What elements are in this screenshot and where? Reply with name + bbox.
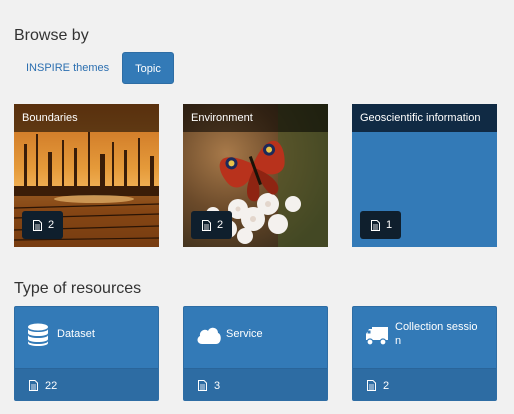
topic-card-geoscientific-information[interactable]: Geoscientific information 1 [352,104,497,247]
topic-label: Geoscientific information [352,104,497,132]
tab-topic[interactable]: Topic [122,52,174,84]
resource-label: Service [226,328,263,340]
truck-icon [366,327,388,346]
document-icon [371,219,380,231]
topic-count-badge: 2 [22,211,64,239]
document-icon [33,219,42,231]
browse-tabs: INSPIRE themes Topic [14,52,174,84]
resource-card-service[interactable]: Service 3 [183,306,328,401]
topic-count: 2 [217,219,224,231]
topic-count-badge: 1 [360,211,402,239]
resource-card-dataset[interactable]: Dataset 22 [14,306,159,401]
resource-card-header: Collection sessio n [353,307,496,368]
topic-count-badge: 2 [191,211,233,239]
document-icon [29,380,38,391]
resource-count-bar: 22 [15,368,158,400]
cloud-icon [197,327,221,344]
resource-label: Collection sessio n [395,321,478,347]
topic-label: Boundaries [14,104,159,132]
topic-count: 1 [386,219,393,231]
topic-count: 2 [48,219,55,231]
topic-card-boundaries[interactable]: Boundaries 2 [14,104,159,247]
topic-card-environment[interactable]: Environment 2 [183,104,328,247]
resource-card-header: Dataset [15,307,158,368]
document-icon [198,380,207,391]
resource-count: 2 [383,379,390,392]
tab-inspire-themes[interactable]: INSPIRE themes [14,52,121,84]
resource-card-header: Service [184,307,327,368]
topic-label: Environment [183,104,328,132]
resource-count: 22 [45,379,58,392]
browse-by-heading: Browse by [14,27,89,44]
document-icon [202,219,211,231]
database-icon [28,323,48,346]
document-icon [367,380,376,391]
type-of-resources-heading: Type of resources [14,280,142,297]
resource-label: Dataset [57,328,95,340]
resource-count-bar: 3 [184,368,327,400]
resource-card-collection-session[interactable]: Collection sessio n 2 [352,306,497,401]
resource-count-bar: 2 [353,368,496,400]
resource-count: 3 [214,379,221,392]
